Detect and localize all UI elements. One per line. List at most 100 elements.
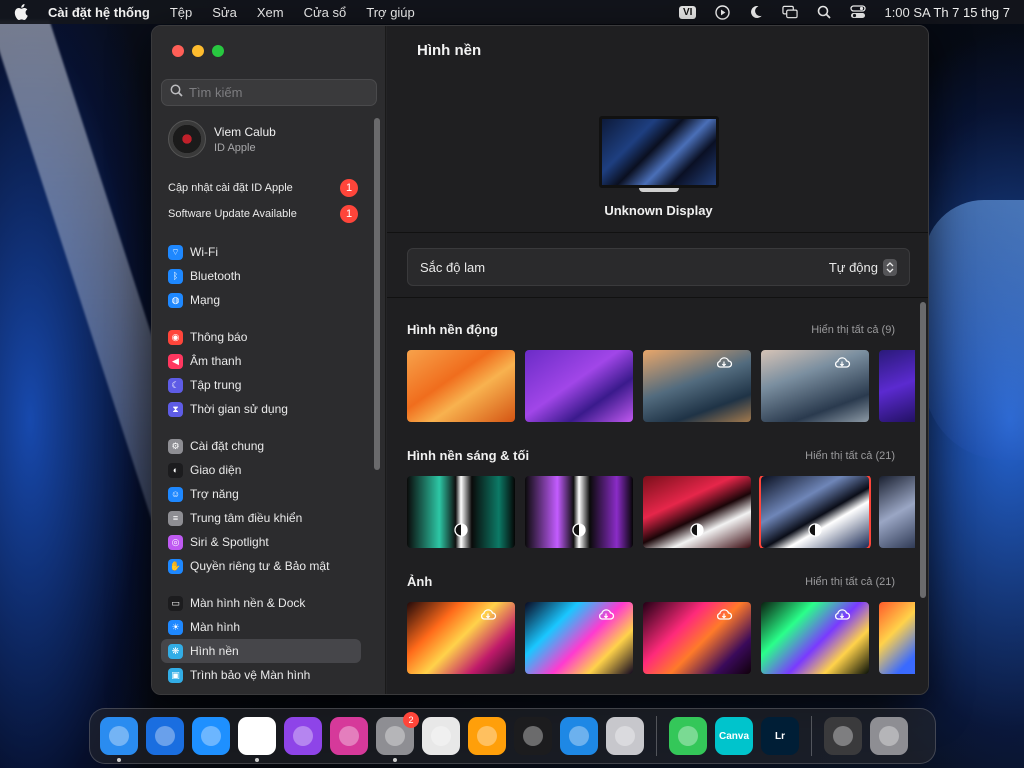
wallpaper-thumbnail[interactable]: [525, 602, 633, 674]
sidebar-item-label: Màn hình: [190, 620, 241, 634]
wallpaper-thumbnail[interactable]: [407, 350, 515, 422]
sidebar-item-label: Wi-Fi: [190, 245, 218, 259]
speaker-icon: ◀: [168, 353, 183, 369]
sidebar-item-accessibility[interactable]: ☺ Trợ năng: [161, 482, 361, 506]
sidebar-scrollbar[interactable]: [374, 118, 380, 470]
menu-view[interactable]: Xem: [257, 5, 284, 20]
hourglass-icon: ⧗: [168, 401, 183, 417]
dock-chrome[interactable]: [238, 717, 276, 762]
tint-value: Tự động: [828, 259, 878, 275]
sidebar-item-speaker[interactable]: ◀ Âm thanh: [161, 349, 361, 373]
search-field[interactable]: [161, 79, 377, 106]
tint-popup-button[interactable]: Tự động: [828, 258, 897, 276]
dock-launchpad[interactable]: [606, 717, 644, 755]
moon-icon[interactable]: [748, 4, 764, 20]
close-button[interactable]: [172, 45, 184, 57]
apple-menu-icon[interactable]: [14, 4, 28, 20]
downloads-icon: [833, 726, 853, 746]
dock-podcasts[interactable]: [284, 717, 322, 755]
sidebar-item-wallpaper[interactable]: ❋ Hình nền: [161, 639, 361, 663]
dock-app-label: Canva: [718, 730, 749, 742]
dock-trash[interactable]: [870, 717, 908, 755]
sidebar-item-wifi[interactable]: ⌔ Wi-Fi: [161, 240, 361, 264]
wallpaper-thumbnail[interactable]: [407, 476, 515, 548]
menu-file[interactable]: Tệp: [170, 5, 192, 20]
dock-colorsync[interactable]: [468, 717, 506, 755]
menu-window[interactable]: Cửa sổ: [304, 5, 347, 20]
sidebar-item-siri[interactable]: ◎ Siri & Spotlight: [161, 530, 361, 554]
bell-icon: ◉: [168, 329, 183, 345]
sidebar-item-moon[interactable]: ☾ Tập trung: [161, 373, 361, 397]
sidebar-item-sun[interactable]: ☀ Màn hình: [161, 615, 361, 639]
wallpaper-thumbnail[interactable]: [525, 350, 633, 422]
dock-safari[interactable]: [192, 717, 230, 755]
dock-separator: [811, 716, 812, 756]
dock-terminal[interactable]: [514, 717, 552, 755]
sidebar-item-label: Bluetooth: [190, 269, 241, 283]
show-all-button[interactable]: Hiển thị tất cả (9): [811, 324, 895, 336]
wallpaper-thumbnail-row: [407, 350, 915, 422]
page-title: Hình nền: [417, 42, 482, 59]
sidebar-item-hourglass[interactable]: ⧗ Thời gian sử dụng: [161, 397, 361, 421]
wallpaper-thumbnail[interactable]: [525, 476, 633, 548]
screen-mirroring-icon[interactable]: [782, 4, 799, 20]
wallpaper-thumbnail[interactable]: [643, 602, 751, 674]
shortcuts-icon: [339, 726, 359, 746]
dock-finder[interactable]: [100, 717, 138, 762]
sidebar-item-control-center[interactable]: ≡ Trung tâm điều khiển: [161, 506, 361, 530]
launchpad-icon: [615, 726, 635, 746]
apple-id-account[interactable]: Viem Calub ID Apple: [168, 120, 276, 158]
account-subtitle: ID Apple: [214, 141, 256, 154]
vscode-icon: [569, 726, 589, 746]
wallpaper-thumbnail[interactable]: [761, 350, 869, 422]
show-all-button[interactable]: Hiển thị tất cả (21): [805, 576, 895, 588]
sidebar-item-gear[interactable]: ⚙ Cài đặt chung: [161, 434, 361, 458]
notice-software-update[interactable]: Software Update Available 1: [168, 205, 358, 223]
dock-keynote[interactable]: [146, 717, 184, 755]
wallpaper-thumbnail[interactable]: [879, 476, 915, 548]
wallpaper-thumbnail[interactable]: [759, 476, 871, 548]
sidebar-item-bell[interactable]: ◉ Thông báo: [161, 325, 361, 349]
wallpaper-thumbnail[interactable]: [643, 476, 751, 548]
show-all-button[interactable]: Hiển thị tất cả (21): [805, 450, 895, 462]
wifi-icon: ⌔: [168, 244, 183, 260]
input-source-badge[interactable]: VI: [679, 5, 697, 19]
wallpaper-thumbnail[interactable]: [879, 602, 915, 674]
zoom-button[interactable]: [212, 45, 224, 57]
dock-settings[interactable]: 2: [376, 712, 419, 762]
menu-clock[interactable]: 1:00 SA Th 7 15 thg 7: [884, 5, 1010, 20]
dock-downloads[interactable]: [824, 717, 862, 755]
menu-help[interactable]: Trợ giúp: [366, 5, 415, 20]
sidebar-item-globe[interactable]: ◍ Mạng: [161, 288, 361, 312]
control-center-icon[interactable]: [850, 4, 867, 20]
podcasts-icon: [293, 726, 313, 746]
wallpaper-thumbnail[interactable]: [407, 602, 515, 674]
wallpaper-thumbnail[interactable]: [879, 350, 915, 422]
menu-edit[interactable]: Sửa: [212, 5, 237, 20]
sidebar-item-label: Siri & Spotlight: [190, 535, 269, 549]
dock-canva[interactable]: Canva: [715, 717, 753, 755]
sidebar-item-bluetooth[interactable]: ᛒ Bluetooth: [161, 264, 361, 288]
dock-maps[interactable]: [669, 717, 707, 755]
settings-icon: [385, 726, 405, 746]
sidebar-item-appearance[interactable]: ◐ Giao diện: [161, 458, 361, 482]
minimize-button[interactable]: [192, 45, 204, 57]
play-icon[interactable]: [714, 4, 730, 20]
sidebar-item-screensaver[interactable]: ▣ Trình bảo vệ Màn hình: [161, 663, 361, 687]
sidebar-item-dock[interactable]: ▭ Màn hình nền & Dock: [161, 591, 361, 615]
sidebar-item-label: Trợ năng: [190, 487, 239, 501]
sidebar-item-hand[interactable]: ✋ Quyền riêng tư & Bảo mật: [161, 554, 361, 578]
wallpaper-thumbnail[interactable]: [643, 350, 751, 422]
search-icon[interactable]: [816, 4, 832, 20]
search-input[interactable]: [189, 85, 369, 100]
dock-preview[interactable]: [422, 717, 460, 755]
menu-bar: Cài đặt hệ thống Tệp Sửa Xem Cửa sổ Trợ …: [0, 0, 1024, 24]
dock-shortcuts[interactable]: [330, 717, 368, 755]
main-scrollbar[interactable]: [920, 302, 926, 598]
dock-lightroom[interactable]: Lr: [761, 717, 799, 755]
sidebar-item-label: Thông báo: [190, 330, 248, 344]
app-name-menu[interactable]: Cài đặt hệ thống: [48, 5, 150, 20]
dock-vscode[interactable]: [560, 717, 598, 755]
wallpaper-thumbnail[interactable]: [761, 602, 869, 674]
notice-apple-id-update[interactable]: Cập nhật cài đặt ID Apple 1: [168, 179, 358, 197]
